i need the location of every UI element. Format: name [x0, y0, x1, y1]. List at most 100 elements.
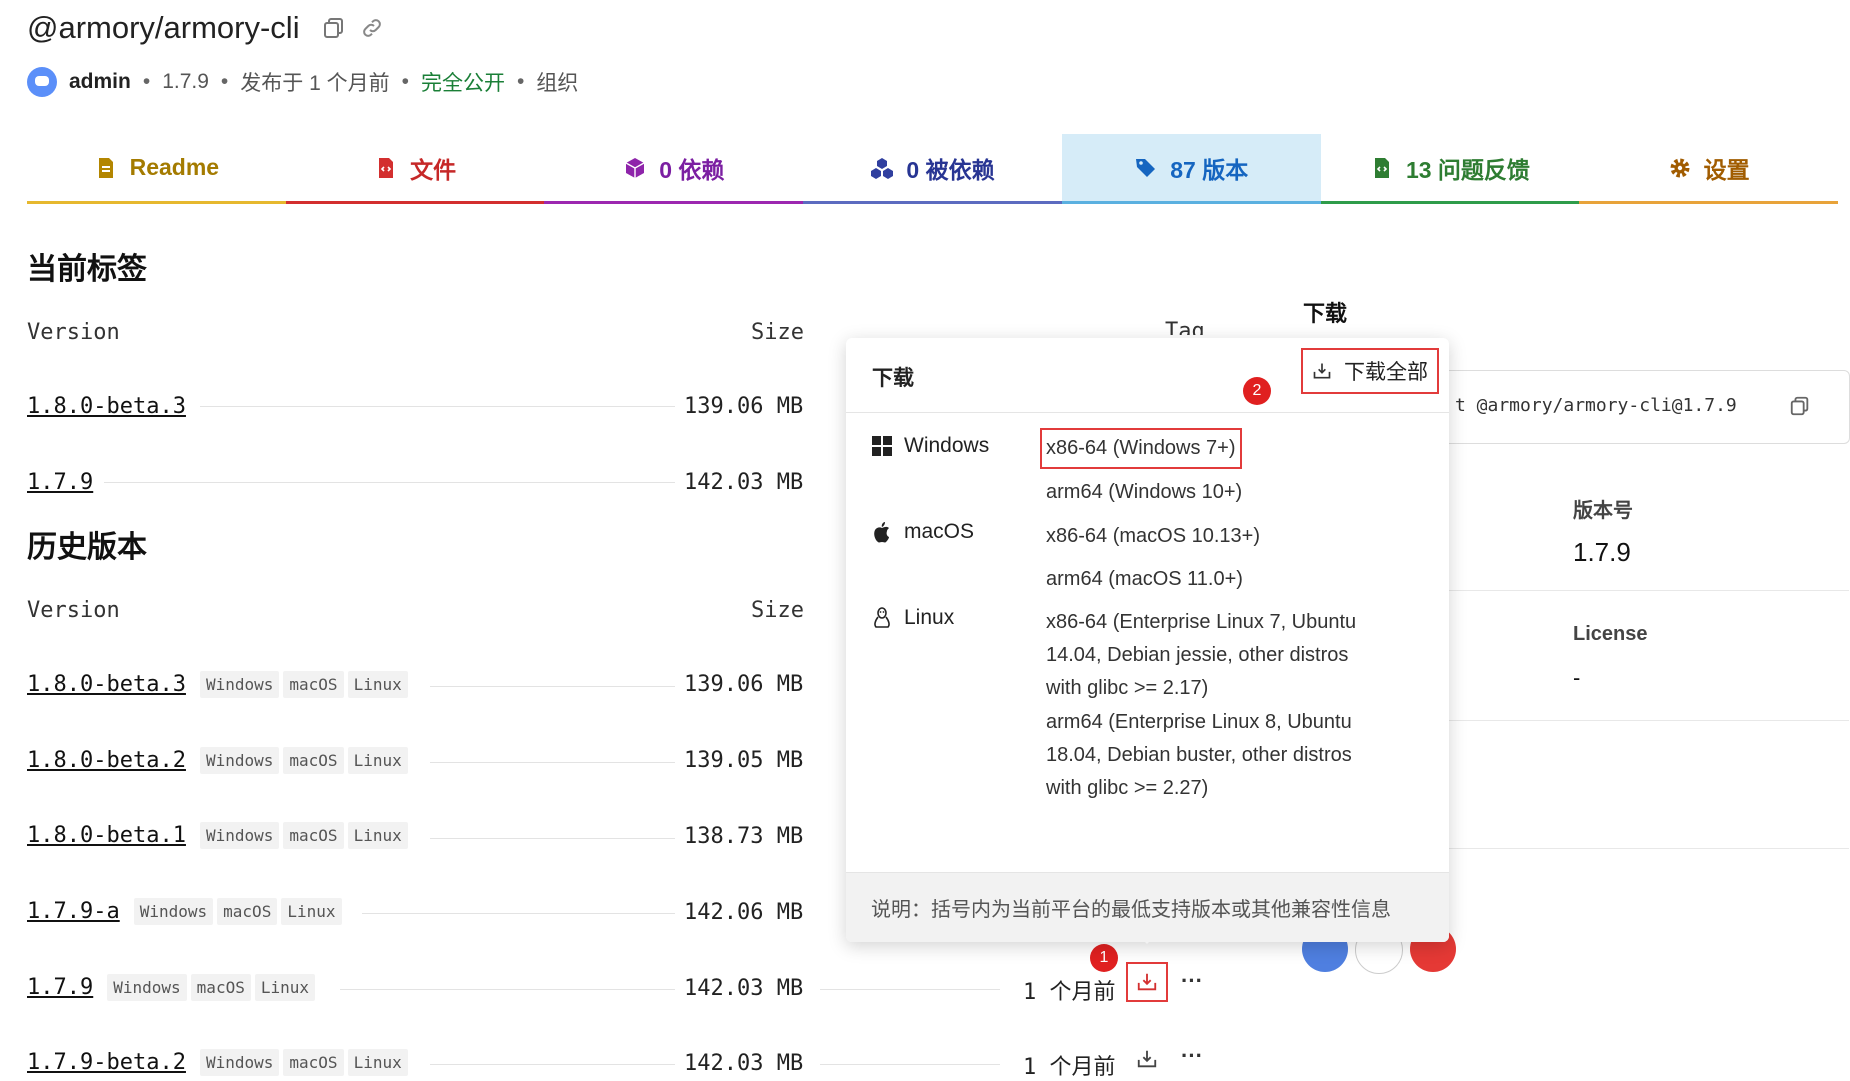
table-row: 1.7.9-beta.2 Windows macOS Linux [27, 1049, 408, 1076]
version-link[interactable]: 1.8.0-beta.3 [27, 672, 186, 697]
license-label: License [1573, 623, 1648, 645]
tab-files[interactable]: 文件 [285, 134, 545, 204]
platform-tag: Windows [133, 898, 214, 925]
platform-tag: macOS [283, 747, 344, 774]
file-code-icon [379, 157, 394, 178]
size-value: 139.06 MB [684, 394, 804, 419]
cube-icon [625, 157, 645, 178]
license-value: - [1573, 665, 1581, 690]
platform-tag: macOS [190, 974, 251, 1001]
tab-settings[interactable]: 设置 [1579, 134, 1839, 204]
download-option[interactable]: x86-64 (Enterprise Linux 7, Ubuntu 14.04… [1046, 606, 1386, 705]
user-name[interactable]: admin [69, 70, 131, 94]
tab-dependents[interactable]: 0 被依赖 [803, 134, 1062, 204]
platform-tag: macOS [283, 822, 344, 849]
size-value: 139.06 MB [684, 672, 804, 697]
tab-bar: Readme 文件 0 依赖 0 被依赖 87 版本 13 问题反馈 设置 [27, 134, 1839, 204]
platform-tag: Linux [347, 822, 408, 849]
scope-label: 组织 [536, 72, 579, 95]
download-option[interactable]: arm64 (macOS 11.0+) [1046, 563, 1243, 596]
popup-header: 下载 下载全部 2 [846, 338, 1449, 413]
platform-tag: Linux [347, 671, 408, 698]
tab-label: 0 依赖 [659, 156, 725, 183]
version-link[interactable]: 1.8.0-beta.1 [27, 823, 186, 848]
note-text: 说明：括号内为当前平台的最低支持版本或其他兼容性信息 [871, 899, 1391, 921]
version-link[interactable]: 1.7.9 [27, 975, 93, 1000]
row-leader [362, 913, 675, 914]
col-version: Version [27, 320, 120, 345]
tab-label: 87 版本 [1170, 156, 1249, 183]
row-leader [430, 686, 675, 687]
download-button[interactable] [1136, 1048, 1158, 1075]
download-option[interactable]: x86-64 (Windows 7+) [1040, 428, 1242, 469]
download-button[interactable] [1126, 962, 1168, 1002]
download-all-button[interactable]: 下载全部 [1301, 348, 1439, 394]
version-label: 版本号 [1573, 500, 1633, 522]
download-option[interactable]: x86-64 (macOS 10.13+) [1046, 520, 1260, 553]
row-leader [430, 1064, 675, 1065]
file-code-icon [1374, 157, 1389, 178]
package-meta: admin • 1.7.9 • 发布于 1 个月前 • 完全公开 • 组织 [27, 67, 578, 97]
popup-arrow [1137, 934, 1157, 944]
visibility-badge: 完全公开 [421, 72, 505, 95]
download-option[interactable]: arm64 (Enterprise Linux 8, Ubuntu 18.04,… [1046, 706, 1386, 805]
avatar[interactable] [27, 67, 57, 97]
tab-readme[interactable]: Readme [27, 134, 286, 204]
platform-tag: Linux [281, 898, 342, 925]
version-link[interactable]: 1.7.9-a [27, 899, 120, 924]
history-heading: 历史版本 [27, 531, 147, 564]
download-heading: 下载 [1303, 301, 1348, 326]
platform-tag: Windows [199, 822, 280, 849]
version-link[interactable]: 1.7.9 [27, 470, 93, 495]
platform-tag: Linux [347, 747, 408, 774]
version-link[interactable]: 1.8.0-beta.3 [27, 394, 186, 419]
size-value: 139.05 MB [684, 748, 804, 773]
tab-issues[interactable]: 13 问题反馈 [1320, 134, 1580, 204]
download-option[interactable]: arm64 (Windows 10+) [1046, 476, 1242, 509]
time-value: 1 个月前 [1023, 980, 1116, 1005]
table-row: 1.7.9-a Windows macOS Linux [27, 898, 342, 925]
size-value: 142.03 MB [684, 976, 804, 1001]
document-icon [98, 157, 113, 178]
tab-label: Readme [129, 154, 220, 180]
table-row: 1.8.0-beta.2 Windows macOS Linux [27, 747, 408, 774]
windows-icon [872, 436, 892, 456]
platform-label: macOS [904, 520, 975, 543]
more-button[interactable]: ··· [1181, 968, 1203, 994]
platform-linux: Linux [872, 606, 954, 630]
download-all-label: 下载全部 [1344, 361, 1428, 384]
table-row: 1.8.0-beta.1 Windows macOS Linux [27, 822, 408, 849]
size-value: 138.73 MB [684, 824, 804, 849]
version-link[interactable]: 1.8.0-beta.2 [27, 748, 186, 773]
package-version: 1.7.9 [162, 70, 209, 93]
platform-label: Linux [904, 606, 955, 629]
more-button[interactable]: ··· [1181, 1043, 1203, 1069]
platform-tag: macOS [283, 671, 344, 698]
tags-icon [1136, 158, 1156, 177]
platform-macos: macOS [872, 520, 974, 544]
copy-icon[interactable] [1789, 395, 1811, 422]
tab-label: 0 被依赖 [906, 156, 995, 183]
platform-tag: Windows [199, 671, 280, 698]
popup-note: 说明：括号内为当前平台的最低支持版本或其他兼容性信息 [846, 872, 1449, 942]
cubes-icon [871, 157, 894, 179]
time-value: 1 个月前 [1023, 1055, 1116, 1080]
col-tag: Tag [1165, 319, 1205, 335]
platform-tag: Windows [199, 1049, 280, 1076]
row-leader [340, 989, 675, 990]
table-row: 1.8.0-beta.3 Windows macOS Linux [27, 671, 408, 698]
copy-icon[interactable] [322, 16, 346, 40]
tab-dependencies[interactable]: 0 依赖 [544, 134, 804, 204]
row-leader [820, 989, 1000, 990]
linux-icon [874, 607, 890, 628]
package-title: @armory/armory-cli [27, 10, 300, 45]
step-badge-1: 1 [1090, 944, 1118, 972]
version-link[interactable]: 1.7.9-beta.2 [27, 1050, 186, 1075]
row-leader [820, 1064, 1000, 1065]
row-leader [104, 482, 675, 483]
divider [1449, 720, 1849, 721]
tab-versions[interactable]: 87 版本 [1061, 134, 1321, 204]
col-size: Size [751, 320, 804, 345]
link-icon[interactable] [360, 16, 384, 40]
current-tags-heading: 当前标签 [27, 253, 147, 286]
